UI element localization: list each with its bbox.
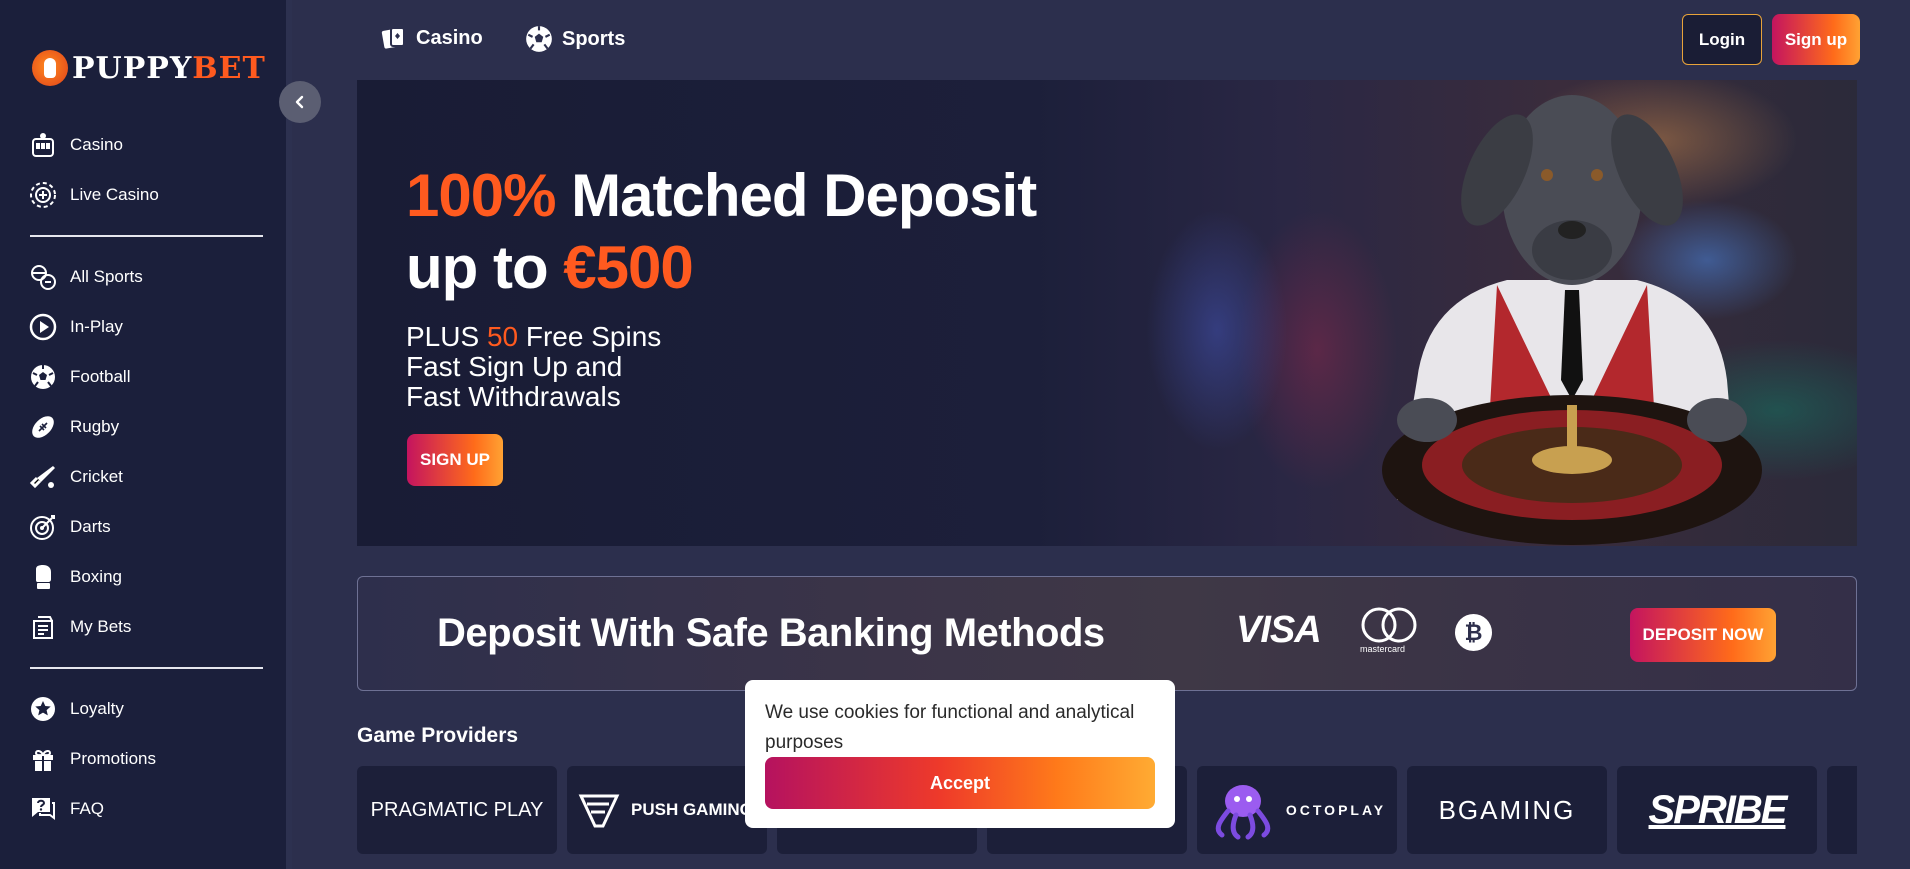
login-button[interactable]: Login [1682,14,1762,65]
deposit-banner: Deposit With Safe Banking Methods VISA m… [357,576,1857,691]
octopus-logo-icon [1215,785,1271,840]
sidebar-item-label: FAQ [70,799,105,818]
push-gaming-logo-icon [578,794,620,828]
deposit-title: Deposit With Safe Banking Methods [437,611,1105,655]
provider-tile-partial[interactable] [1827,766,1857,854]
boxing-glove-icon [28,562,58,592]
signup-button[interactable]: Sign up [1772,14,1860,65]
gift-icon [28,744,58,774]
slot-machine-icon [28,130,58,160]
top-navigation: Casino Sports Login Sign up [298,0,1910,80]
sidebar-item-football[interactable]: Football [28,352,264,402]
deposit-now-button[interactable]: DEPOSIT NOW [1630,608,1776,662]
tab-sports[interactable]: Sports [524,24,625,54]
bet-slip-icon [28,612,58,642]
provider-bgaming[interactable]: BGAMING [1407,766,1607,854]
sidebar-item-my-bets[interactable]: My Bets [28,602,264,652]
chip-icon [28,180,58,210]
sidebar-item-rugby[interactable]: Rugby [28,402,264,452]
sidebar-item-boxing[interactable]: Boxing [28,552,264,602]
sidebar-divider [30,667,263,669]
brand-wordmark: PUPPYBET [72,50,266,86]
tab-casino[interactable]: Casino [380,24,483,52]
game-providers-title: Game Providers [357,724,519,747]
cookie-consent-dialog: We use cookies for functional and analyt… [745,680,1175,828]
sidebar-item-in-play[interactable]: In-Play [28,302,264,352]
visa-logo: VISA [1236,609,1322,651]
sidebar-item-cricket[interactable]: Cricket [28,452,264,502]
cards-icon [381,27,405,49]
sidebar-item-faq[interactable]: FAQ [28,784,264,834]
sidebar-item-promotions[interactable]: Promotions [28,734,264,784]
sidebar-item-live-casino[interactable]: Live Casino [28,170,264,220]
sidebar-sports-group: All Sports In-Play Football Rugby Cricke… [28,252,264,652]
rugby-ball-icon [28,412,58,442]
brand-logo[interactable]: PUPPYBET [32,50,266,86]
provider-spribe[interactable]: SPRIBE [1617,766,1817,854]
chevron-left-icon [295,95,304,109]
hero-banner[interactable]: 100% Matched Deposit up to €500 PLUS 50 … [357,80,1857,546]
provider-pragmatic-play[interactable]: PRAGMATIC PLAY [357,766,557,854]
provider-octoplay[interactable]: OCTOPLAY [1197,766,1397,854]
hero-headline: 100% Matched Deposit up to €500 [406,162,1037,301]
sidebar-casino-group: Casino Live Casino [28,120,264,220]
puppy-logo-icon [32,50,68,86]
sports-balls-icon [28,262,58,292]
sidebar-item-label: Boxing [70,567,122,586]
mastercard-logo: mastercard [1358,607,1420,657]
sidebar-item-loyalty[interactable]: Loyalty [28,684,264,734]
sidebar-item-label: Cricket [70,467,123,486]
sidebar-item-darts[interactable]: Darts [28,502,264,552]
sidebar-item-casino[interactable]: Casino [28,120,264,170]
hero-signup-button[interactable]: SIGN UP [407,434,503,486]
provider-push-gaming[interactable]: PUSH GAMING [567,766,767,854]
sidebar-item-label: In-Play [70,317,123,336]
sidebar-item-label: Darts [70,517,111,536]
sidebar-item-label: Live Casino [70,185,159,204]
play-circle-icon [28,312,58,342]
football-icon [28,362,58,392]
tab-label: Sports [562,27,626,50]
cookie-message: We use cookies for functional and analyt… [765,702,1135,753]
sidebar-collapse-button[interactable] [279,81,321,123]
sidebar-item-label: My Bets [70,617,132,636]
tab-label: Casino [416,26,483,49]
sidebar-item-all-sports[interactable]: All Sports [28,252,264,302]
sidebar-extras-group: Loyalty Promotions FAQ [28,684,264,834]
sidebar-divider [30,235,263,237]
accept-cookies-button[interactable]: Accept [765,757,1155,809]
hero-subheadline: PLUS 50 Free Spins Fast Sign Up and Fast… [406,321,662,412]
sidebar-item-label: Loyalty [70,699,124,718]
sidebar: PUPPYBET Casino Live Casino All Sports I… [0,0,292,869]
sidebar-item-label: Casino [70,135,123,154]
sidebar-item-label: Rugby [70,417,120,436]
question-chat-icon [28,794,58,824]
star-icon [28,694,58,724]
soccer-ball-icon [526,26,552,52]
sidebar-item-label: Promotions [70,749,156,768]
mastercard-label: mastercard [1360,644,1406,654]
cricket-bat-icon [28,462,58,492]
dog-croupier-illustration [1382,95,1762,545]
sidebar-item-label: All Sports [70,267,143,286]
sidebar-item-label: Football [70,367,131,386]
dartboard-icon [28,512,58,542]
bitcoin-icon: ₿ [1455,614,1492,651]
